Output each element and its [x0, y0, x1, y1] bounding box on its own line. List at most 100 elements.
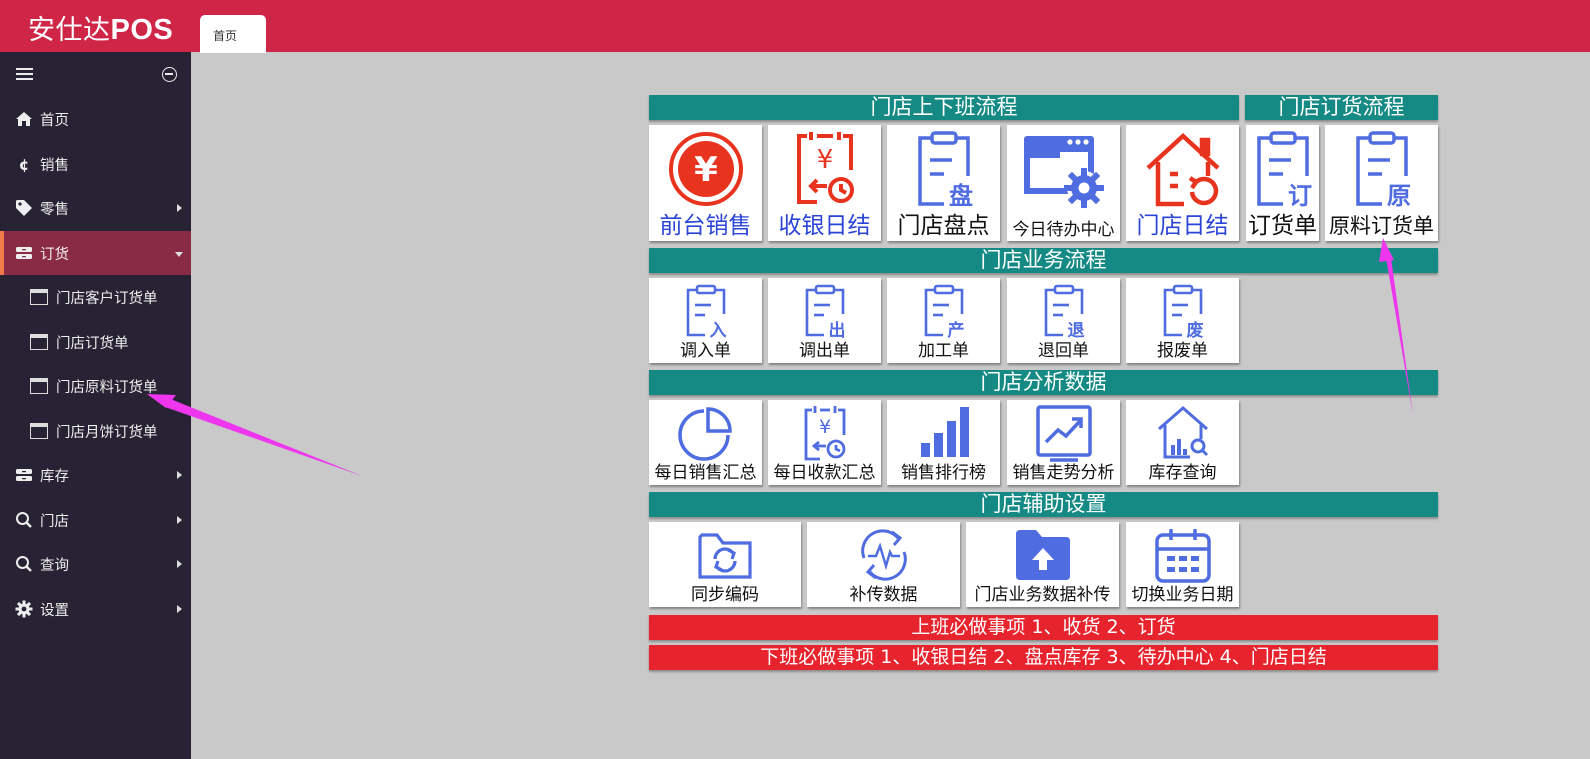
sidebar-item-label: 设置 — [40, 602, 69, 619]
tile-todo-center[interactable]: 今日待办中心 — [1007, 125, 1120, 241]
sidebar-item-home[interactable]: 首页 — [0, 97, 191, 142]
drawer-icon — [15, 244, 33, 262]
section-analysis: 门店分析数据 — [649, 370, 1438, 395]
refresh-pulse-icon — [856, 528, 912, 582]
sidebar-item-retail[interactable]: 零售 — [0, 186, 191, 231]
sidebar-item-settings[interactable]: 设置 — [0, 587, 191, 632]
sidebar-subitem-store-order[interactable]: 门店订货单 — [0, 320, 191, 365]
notice-off-shift: 下班必做事项 1、收银日结 2、盘点库存 3、待办中心 4、门店日结 — [649, 645, 1438, 670]
currency-icon: ¢ — [15, 155, 33, 173]
hamburger-menu-icon[interactable] — [16, 68, 33, 81]
sidebar-subitem-customer-order[interactable]: 门店客户订货单 — [0, 275, 191, 320]
tile-front-sales[interactable]: ¥ 前台销售 — [649, 125, 762, 241]
yuan-coin-icon: ¥ — [668, 131, 744, 207]
sidebar-item-label: 门店 — [40, 513, 69, 530]
transfer-in-clipboard-icon: 入 — [683, 284, 729, 338]
tile-order-form[interactable]: 订 订货单 — [1246, 125, 1319, 241]
warehouse-search-icon — [1156, 405, 1210, 459]
caret-right-icon — [177, 515, 182, 524]
tile-label: 加工单 — [918, 341, 969, 361]
tile-transfer-in[interactable]: 入 调入单 — [649, 278, 762, 363]
tile-daily-receipts[interactable]: ¥ 每日收款汇总 — [768, 400, 881, 485]
tile-inventory[interactable]: 盘 门店盘点 — [887, 125, 1000, 241]
svg-text:¥: ¥ — [694, 150, 718, 190]
tile-label: 今日待办中心 — [1012, 220, 1115, 240]
sidebar-subitem-mooncake-order[interactable]: 门店月饼订货单 — [0, 409, 191, 454]
tile-label: 报废单 — [1157, 341, 1208, 361]
trend-chart-icon — [1034, 404, 1094, 462]
sidebar-item-label: 订货 — [40, 246, 69, 263]
sidebar-item-label: 门店原料订货单 — [56, 380, 158, 396]
tile-sales-rank[interactable]: 销售排行榜 — [887, 400, 1000, 485]
tile-label: 销售走势分析 — [1012, 463, 1115, 483]
window-icon — [30, 333, 48, 350]
tile-processing[interactable]: 产 加工单 — [887, 278, 1000, 363]
tile-store-data-resend[interactable]: 门店业务数据补传 — [966, 522, 1119, 607]
settings-window-icon — [1020, 134, 1108, 212]
tile-switch-date[interactable]: 切换业务日期 — [1126, 522, 1239, 607]
search-icon — [15, 555, 33, 573]
sidebar-item-label: 查询 — [40, 558, 69, 574]
notice-on-shift: 上班必做事项 1、收货 2、订货 — [649, 615, 1438, 640]
sidebar-item-order[interactable]: 订货 — [0, 230, 191, 275]
scrap-clipboard-icon: 废 — [1160, 284, 1206, 338]
tile-label: 每日销售汇总 — [654, 463, 757, 483]
tile-daily-sales[interactable]: 每日销售汇总 — [649, 400, 762, 485]
svg-text:¢: ¢ — [19, 156, 29, 173]
tile-sales-trend[interactable]: 销售走势分析 — [1007, 400, 1120, 485]
tag-icon — [15, 199, 33, 217]
sidebar-toolbar — [0, 52, 191, 97]
tile-label: 门店日结 — [1136, 213, 1229, 239]
tile-store-close[interactable]: 门店日结 — [1126, 125, 1239, 241]
tile-label: 销售排行榜 — [901, 463, 986, 483]
receipt-clipboard-icon: ¥ — [802, 405, 848, 463]
sidebar-item-label: 门店订货单 — [56, 335, 129, 352]
tile-label: 调入单 — [680, 341, 731, 361]
tile-material-order[interactable]: 原 原料订货单 — [1325, 125, 1438, 241]
window-icon — [30, 378, 48, 394]
tile-stock-query[interactable]: 库存查询 — [1126, 400, 1239, 485]
sidebar-item-store[interactable]: 门店 — [0, 498, 191, 543]
calendar-icon — [1153, 527, 1213, 585]
svg-text:¥: ¥ — [816, 145, 833, 175]
sidebar-subitem-material-order[interactable]: 门店原料订货单 — [0, 364, 191, 409]
svg-text:¥: ¥ — [818, 416, 830, 438]
tile-sync-codes[interactable]: 同步编码 — [649, 522, 801, 607]
section-shift-flow: 门店上下班流程 — [649, 95, 1239, 120]
tile-return[interactable]: 退 退回单 — [1007, 278, 1120, 363]
tile-label: 调出单 — [799, 341, 850, 361]
folder-upload-icon — [1014, 528, 1072, 580]
sidebar: 首页 ¢ 销售 零售 订货 门店客户订货单 门店订货单 门店原料订货单 门店月饼… — [0, 52, 191, 759]
transfer-out-clipboard-icon: 出 — [802, 284, 848, 338]
tile-label: 门店盘点 — [897, 213, 990, 239]
caret-right-icon — [177, 604, 182, 613]
sidebar-item-query[interactable]: 查询 — [0, 542, 191, 587]
top-header: 安仕达POS 首页 — [0, 0, 1590, 53]
sidebar-item-label: 库存 — [40, 469, 69, 485]
tile-label: 每日收款汇总 — [773, 463, 876, 483]
tile-label: 门店业务数据补传 — [974, 585, 1111, 605]
caret-right-icon — [177, 471, 182, 479]
tile-scrap[interactable]: 废 报废单 — [1126, 278, 1239, 363]
tile-transfer-out[interactable]: 出 调出单 — [768, 278, 881, 363]
tile-label: 前台销售 — [659, 213, 752, 239]
tile-label: 切换业务日期 — [1131, 585, 1234, 605]
section-order-flow: 门店订货流程 — [1245, 95, 1438, 120]
svg-text:盘: 盘 — [949, 182, 973, 208]
tab-home[interactable]: 首页 — [200, 15, 266, 53]
tile-cash-close[interactable]: ¥ 收银日结 — [768, 125, 881, 241]
tile-label: 收银日结 — [778, 213, 871, 239]
drawer-icon — [15, 466, 33, 484]
section-business-flow: 门店业务流程 — [649, 248, 1438, 273]
tile-resend-data[interactable]: 补传数据 — [807, 522, 960, 607]
sidebar-item-stock[interactable]: 库存 — [0, 453, 191, 498]
collapse-circle-icon[interactable] — [162, 67, 177, 82]
sidebar-item-sales[interactable]: ¢ 销售 — [0, 142, 191, 187]
sidebar-item-label: 门店月饼订货单 — [56, 424, 158, 441]
home-icon — [15, 110, 33, 128]
processing-clipboard-icon: 产 — [921, 284, 967, 338]
sidebar-item-label: 门店客户订货单 — [56, 291, 158, 307]
svg-text:订: 订 — [1288, 182, 1312, 208]
material-clipboard-icon: 原 — [1350, 130, 1414, 208]
section-aux-settings: 门店辅助设置 — [649, 492, 1438, 517]
